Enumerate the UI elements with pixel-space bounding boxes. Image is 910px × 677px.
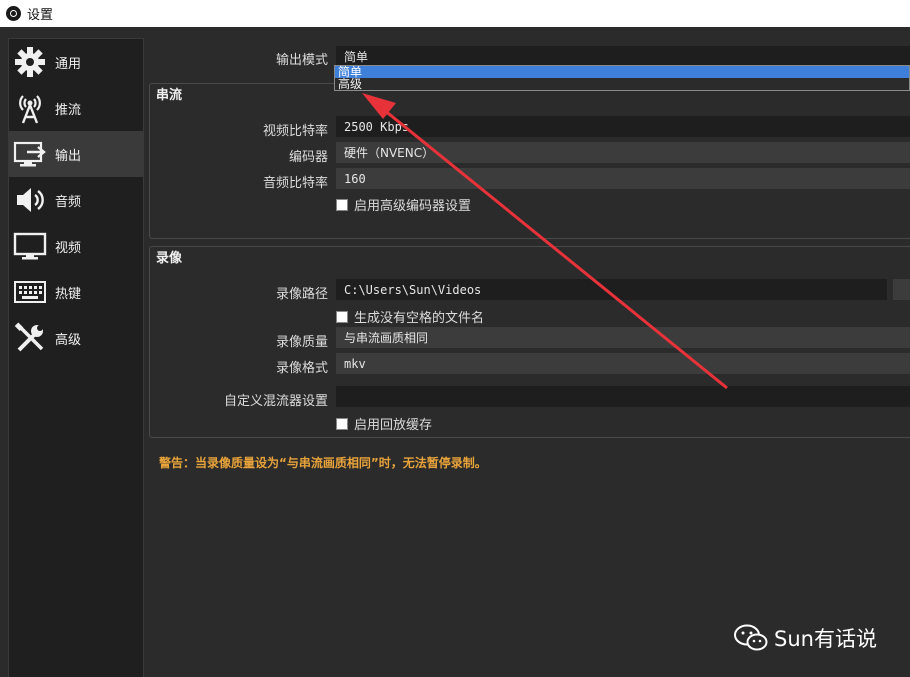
sidebar-item-label: 热键: [55, 286, 82, 302]
antenna-icon: [13, 91, 47, 125]
encoder-label: 编码器: [288, 150, 328, 165]
video-bitrate-input[interactable]: 2500 Kbps: [336, 116, 910, 137]
watermark-text: Sun有话说: [774, 627, 877, 651]
sidebar-item-label: 输出: [55, 148, 82, 164]
settings-window: 通用 推流 输出 音频 视频 热键 高级 输出模式 简单 串流 视频比特率 25…: [0, 27, 910, 677]
monitor-arrow-icon: [13, 137, 47, 171]
sidebar-item-label: 视频: [55, 240, 82, 256]
recording-quality-select[interactable]: 与串流画质相同: [336, 327, 910, 348]
wechat-icon: [734, 624, 768, 651]
recording-format-select[interactable]: mkv: [336, 353, 910, 374]
browse-button[interactable]: [893, 279, 910, 300]
sidebar-item-label: 推流: [55, 102, 82, 118]
sidebar-item-label: 高级: [55, 332, 82, 348]
sidebar-item-output[interactable]: 输出: [9, 131, 143, 177]
output-mode-value: 简单: [344, 50, 369, 64]
checkbox-box[interactable]: [336, 198, 348, 211]
video-bitrate-value: 2500 Kbps: [344, 119, 410, 134]
muxer-settings-label: 自定义混流器设置: [223, 394, 328, 409]
recording-path-label: 录像路径: [275, 287, 328, 302]
dropdown-option-advanced[interactable]: 高级: [335, 78, 909, 90]
output-mode-label: 输出模式: [275, 53, 328, 68]
muxer-settings-input[interactable]: [336, 386, 910, 407]
output-mode-dropdown-list[interactable]: 简单 高级: [334, 65, 910, 91]
dropdown-option-simple[interactable]: 简单: [335, 66, 909, 78]
encoder-value: 硬件（NVENC）: [344, 146, 435, 160]
recording-quality-value: 与串流画质相同: [344, 331, 429, 345]
recording-group-title: 录像: [156, 251, 183, 266]
sidebar-item-audio[interactable]: 音频: [9, 177, 143, 223]
sidebar-item-stream[interactable]: 推流: [9, 85, 143, 131]
gear-icon: [13, 45, 47, 79]
video-bitrate-label: 视频比特率: [262, 124, 328, 139]
replay-buffer-checkbox[interactable]: 启用回放缓存: [336, 414, 432, 433]
sidebar-item-label: 音频: [55, 194, 82, 210]
title-bar: 设置: [0, 0, 910, 27]
audio-bitrate-label: 音频比特率: [262, 176, 328, 191]
checkbox-label: 启用高级编码器设置: [354, 199, 472, 214]
audio-bitrate-value: 160: [344, 171, 366, 186]
output-mode-select[interactable]: 简单: [336, 46, 910, 67]
recording-format-label: 录像格式: [275, 361, 328, 376]
sidebar-item-label: 通用: [55, 56, 82, 72]
sidebar-item-hotkeys[interactable]: 热键: [9, 269, 143, 315]
keyboard-icon: [13, 275, 47, 309]
tools-icon: [13, 321, 47, 355]
recording-path-value: C:\Users\Sun\Videos: [344, 282, 482, 297]
sidebar-item-advanced[interactable]: 高级: [9, 315, 143, 361]
checkbox-label: 生成没有空格的文件名: [354, 311, 485, 326]
audio-bitrate-select[interactable]: 160: [336, 168, 910, 189]
advanced-encoder-checkbox[interactable]: 启用高级编码器设置: [336, 195, 471, 214]
checkbox-box[interactable]: [336, 417, 348, 430]
no-space-filename-checkbox[interactable]: 生成没有空格的文件名: [336, 307, 484, 326]
sidebar-item-video[interactable]: 视频: [9, 223, 143, 269]
checkbox-label: 启用回放缓存: [354, 418, 433, 433]
obs-logo-icon: [6, 6, 21, 21]
recording-quality-label: 录像质量: [275, 335, 328, 350]
recording-path-input[interactable]: C:\Users\Sun\Videos: [336, 279, 887, 300]
sidebar-item-general[interactable]: 通用: [9, 39, 143, 85]
streaming-group-title: 串流: [156, 88, 183, 103]
watermark: Sun有话说: [734, 623, 877, 653]
encoder-select[interactable]: 硬件（NVENC）: [336, 142, 910, 163]
monitor-icon: [13, 229, 47, 263]
window-title: 设置: [27, 8, 54, 23]
settings-sidebar: 通用 推流 输出 音频 视频 热键 高级: [8, 38, 144, 677]
warning-text: 警告：当录像质量设为“与串流画质相同”时，无法暂停录制。: [159, 456, 487, 470]
speaker-icon: [13, 183, 47, 217]
checkbox-box[interactable]: [336, 310, 348, 323]
recording-format-value: mkv: [344, 356, 366, 371]
